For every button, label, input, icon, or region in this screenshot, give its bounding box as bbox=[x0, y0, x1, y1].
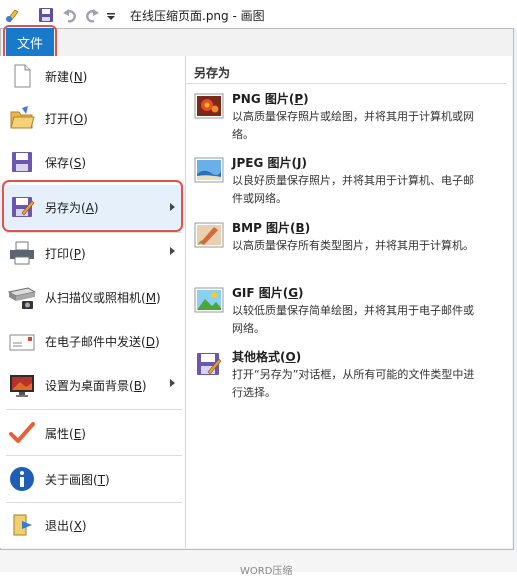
save-as-heading-divider bbox=[186, 83, 506, 84]
menu-item-print[interactable]: 打印(P) bbox=[0, 232, 185, 274]
save-as-bmp-title: BMP 图片(B) bbox=[232, 221, 311, 235]
menu-label-open: 打开(O) bbox=[45, 111, 88, 126]
background-window-text: WORD压缩 bbox=[240, 566, 293, 577]
menu-item-scanner[interactable]: 从扫描仪或照相机(M) bbox=[0, 276, 185, 318]
desktop-background-icon bbox=[8, 371, 36, 399]
menu-label-print: 打印(P) bbox=[45, 246, 86, 261]
menu-separator bbox=[6, 502, 182, 503]
menu-item-exit[interactable]: 退出(X) bbox=[0, 504, 185, 546]
save-as-gif-description: 以较低质量保存简单绘图，并将其用于电子邮件或网络。 bbox=[232, 304, 474, 335]
redo-icon[interactable] bbox=[84, 6, 100, 24]
save-as-other-title: 其他格式(O) bbox=[232, 350, 302, 364]
save-as-jpeg-title: JPEG 图片(J) bbox=[232, 156, 307, 170]
save-as-gif-title: GIF 图片(G) bbox=[232, 286, 304, 300]
menu-item-save[interactable]: 保存(S) bbox=[0, 141, 185, 183]
submenu-arrow-icon bbox=[170, 247, 175, 255]
save-as-other-formats[interactable]: 其他格式(O) 打开“另存为”对话框，从所有可能的文件类型中进行选择。 bbox=[194, 348, 494, 406]
save-as-jpeg-description: 以良好质量保存照片，并将其用于计算机、电子邮件或网络。 bbox=[232, 174, 474, 205]
menu-item-about[interactable]: 关于画图(T) bbox=[0, 458, 185, 500]
save-as-png[interactable]: PNG 图片(P) 以高质量保存照片或绘图，并将其用于计算机或网络。 bbox=[194, 90, 494, 148]
save-quick-icon[interactable] bbox=[38, 6, 54, 24]
save-as-gif[interactable]: GIF 图片(G) 以较低质量保存简单绘图，并将其用于电子邮件或网络。 bbox=[194, 284, 494, 342]
bmp-picture-icon bbox=[194, 221, 224, 249]
undo-icon[interactable] bbox=[62, 6, 78, 24]
menu-label-new: 新建(N) bbox=[45, 69, 88, 84]
menu-item-desktop-background[interactable]: 设置为桌面背景(B) bbox=[0, 364, 185, 406]
menu-label-scanner: 从扫描仪或照相机(M) bbox=[45, 290, 161, 305]
info-icon bbox=[8, 465, 36, 493]
save-as-jpeg[interactable]: JPEG 图片(J) 以良好质量保存照片，并将其用于计算机、电子邮件或网络。 bbox=[194, 154, 494, 212]
save-as-bmp[interactable]: BMP 图片(B) 以高质量保存所有类型图片，并将其用于计算机。 bbox=[194, 219, 494, 277]
menu-separator bbox=[6, 409, 182, 410]
menu-label-desktop-background: 设置为桌面背景(B) bbox=[45, 378, 147, 393]
exit-door-icon bbox=[8, 511, 36, 539]
jpeg-picture-icon bbox=[194, 156, 224, 184]
menu-item-open[interactable]: 打开(O) bbox=[0, 97, 185, 139]
menu-item-new[interactable]: 新建(N) bbox=[0, 55, 185, 97]
checkmark-icon bbox=[8, 419, 36, 447]
save-as-highlight bbox=[2, 180, 183, 232]
open-folder-icon bbox=[8, 104, 36, 132]
email-icon bbox=[8, 327, 36, 355]
menu-item-properties[interactable]: 属性(E) bbox=[0, 412, 185, 454]
png-picture-icon bbox=[194, 92, 224, 120]
menu-label-exit: 退出(X) bbox=[45, 518, 87, 533]
scanner-camera-icon bbox=[7, 283, 37, 311]
menu-separator bbox=[6, 455, 182, 456]
save-disk-icon bbox=[8, 148, 36, 176]
menu-label-about: 关于画图(T) bbox=[45, 472, 110, 487]
menu-item-email[interactable]: 在电子邮件中发送(D) bbox=[0, 320, 185, 362]
menu-label-properties: 属性(E) bbox=[45, 426, 86, 441]
new-file-icon bbox=[8, 62, 36, 90]
window-title: 在线压缩页面.png - 画图 bbox=[130, 9, 265, 23]
menu-label-save: 保存(S) bbox=[45, 155, 86, 170]
title-bar: 在线压缩页面.png - 画图 bbox=[0, 0, 517, 30]
save-as-png-description: 以高质量保存照片或绘图，并将其用于计算机或网络。 bbox=[232, 110, 474, 141]
save-as-heading: 另存为 bbox=[194, 66, 231, 80]
other-formats-icon bbox=[194, 350, 224, 378]
menu-label-email: 在电子邮件中发送(D) bbox=[45, 334, 160, 349]
submenu-arrow-icon bbox=[170, 379, 175, 387]
paint-app-icon bbox=[6, 9, 19, 23]
gif-picture-icon bbox=[194, 286, 224, 314]
customize-toolbar-icon[interactable] bbox=[106, 6, 116, 24]
printer-icon bbox=[8, 239, 36, 267]
save-as-other-description: 打开“另存为”对话框，从所有可能的文件类型中进行选择。 bbox=[232, 368, 475, 399]
save-as-png-title: PNG 图片(P) bbox=[232, 92, 309, 106]
save-as-bmp-description: 以高质量保存所有类型图片，并将其用于计算机。 bbox=[232, 239, 474, 252]
